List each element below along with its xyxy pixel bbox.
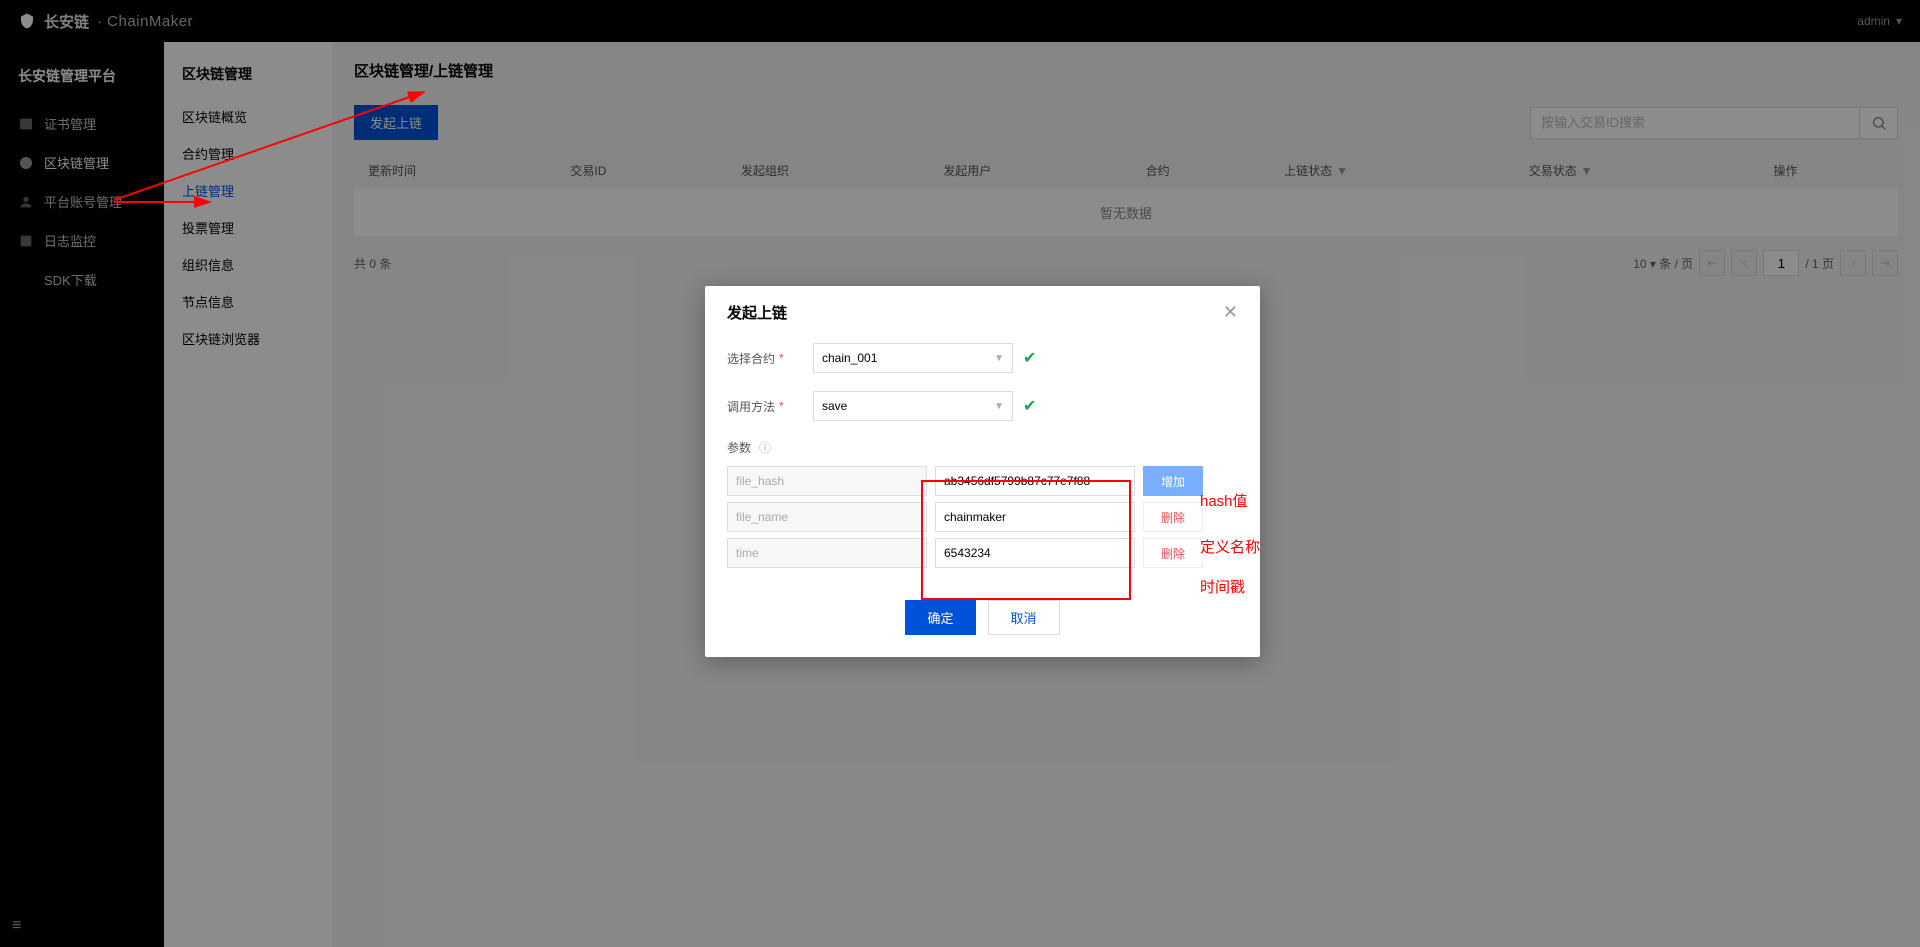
- param-val-input[interactable]: [935, 466, 1135, 496]
- chevron-down-icon: ▼: [994, 401, 1004, 412]
- params-label: 参数ⓘ: [727, 439, 813, 456]
- param-del-button[interactable]: 删除: [1143, 502, 1203, 532]
- contract-select[interactable]: chain_001▼: [813, 343, 1013, 373]
- initiate-onchain-modal: 发起上链 ✕ 选择合约* chain_001▼ ✔ 调用方法* save▼ ✔ …: [705, 286, 1260, 657]
- chevron-down-icon: ▼: [994, 353, 1004, 364]
- modal-title: 发起上链: [727, 302, 787, 323]
- param-add-button[interactable]: 增加: [1143, 466, 1203, 496]
- check-icon: ✔: [1023, 396, 1036, 416]
- contract-label: 选择合约*: [727, 350, 813, 367]
- param-del-button[interactable]: 删除: [1143, 538, 1203, 568]
- param-key-input: [727, 466, 927, 496]
- param-val-input[interactable]: [935, 538, 1135, 568]
- param-key-input: [727, 538, 927, 568]
- method-select[interactable]: save▼: [813, 391, 1013, 421]
- modal-cancel-button[interactable]: 取消: [988, 600, 1060, 635]
- method-label: 调用方法*: [727, 398, 813, 415]
- param-key-input: [727, 502, 927, 532]
- close-icon[interactable]: ✕: [1223, 302, 1238, 323]
- check-icon: ✔: [1023, 348, 1036, 368]
- info-icon: ⓘ: [759, 439, 771, 456]
- param-val-input[interactable]: [935, 502, 1135, 532]
- modal-ok-button[interactable]: 确定: [905, 600, 975, 635]
